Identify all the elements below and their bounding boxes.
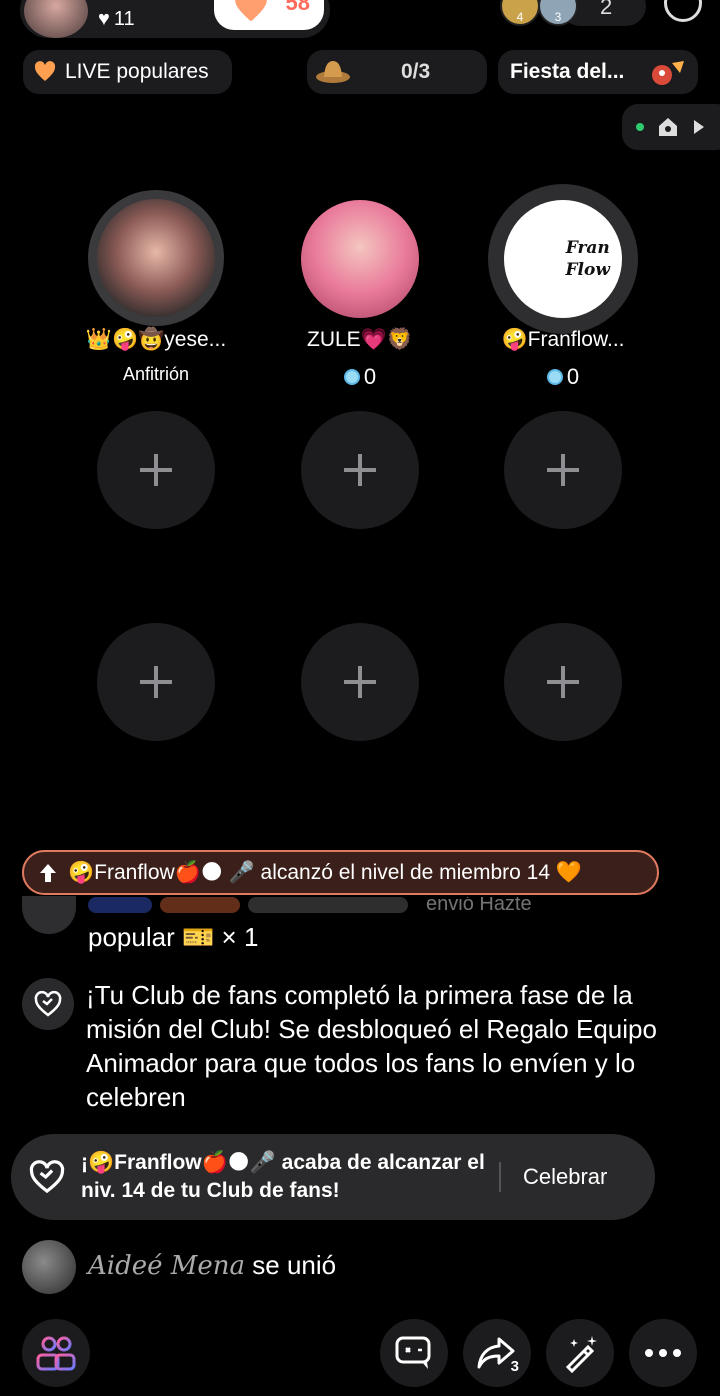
club-message: ¡Tu Club de fans completó la primera fas… (86, 980, 657, 1112)
empty-seat[interactable] (504, 623, 622, 741)
chat-bubble-icon (395, 1336, 431, 1369)
joined-message: Aideé Mena se unió (88, 1250, 336, 1281)
gem-icon (343, 369, 360, 385)
seat-score: 0 (250, 364, 470, 390)
plus-icon (140, 454, 172, 486)
status-dot-icon (636, 123, 644, 131)
club-heart-icon (22, 978, 74, 1030)
fiesta-label: Fiesta del... (510, 60, 625, 83)
people-icon (36, 1336, 76, 1371)
chat-avatar[interactable] (22, 896, 76, 934)
effects-button[interactable] (546, 1319, 614, 1387)
seat-guest-avatar[interactable] (301, 200, 419, 318)
seat-score: 0 (460, 364, 666, 390)
hat-icon (316, 61, 350, 83)
fan-badge (160, 897, 240, 913)
plus-icon (344, 454, 376, 486)
empty-seat[interactable] (97, 623, 215, 741)
seat-name: 👑🤪🤠yese... (85, 328, 227, 351)
fiesta-event-button[interactable]: Fiesta del... (498, 50, 698, 94)
level-badge (88, 897, 152, 913)
share-button[interactable]: 3 (463, 1319, 531, 1387)
guest-logo-avatar: Fran Flow (504, 200, 622, 318)
empty-seat[interactable] (504, 411, 622, 529)
club-message-row: ¡Tu Club de fans completó la primera fas… (22, 978, 676, 1114)
host-likes: ♥ 11 (98, 8, 135, 31)
follow-count: 58 (285, 0, 310, 15)
club-heart-icon (29, 1160, 65, 1194)
plus-icon (344, 666, 376, 698)
magic-wand-icon (565, 1336, 597, 1373)
seat-host[interactable] (88, 190, 224, 326)
empty-seat[interactable] (301, 411, 419, 529)
seat-name: ZULE💗🦁 (307, 328, 413, 351)
joined-username[interactable]: Aideé Mena (88, 1251, 245, 1281)
quest-progress[interactable]: 0/3 (307, 50, 487, 94)
chat-faded-line: envió Hazte (88, 897, 532, 913)
guests-button[interactable] (22, 1319, 90, 1387)
plus-icon (547, 454, 579, 486)
joined-suffix: se unió (245, 1250, 337, 1280)
empty-seat[interactable] (97, 411, 215, 529)
more-options-button[interactable] (629, 1319, 697, 1387)
likes-count: 11 (113, 8, 135, 30)
live-populares-label: LIVE populares (65, 60, 209, 83)
host-seat-avatar (97, 199, 215, 317)
party-icon (652, 61, 684, 85)
logo-text: Fran (565, 238, 610, 258)
seat-guest[interactable]: Fran Flow (488, 184, 638, 334)
comment-button[interactable] (380, 1319, 448, 1387)
gem-icon (546, 369, 563, 385)
plus-icon (547, 666, 579, 698)
club-level-toast: ¡🤪Franflow🍎🌑🎤 acaba de alcanzar el niv. … (11, 1134, 655, 1220)
mini-controls[interactable] (622, 104, 720, 150)
arrow-up-icon (40, 863, 56, 882)
joined-user-avatar[interactable] (22, 1240, 76, 1294)
empty-seat[interactable] (301, 623, 419, 741)
level-up-banner: 🤪Franflow🍎🌑 🎤 alcanzó el nivel de miembr… (22, 850, 659, 895)
logo-text: Flow (565, 260, 610, 280)
live-populares-button[interactable]: LIVE populares (23, 50, 232, 94)
heart-icon (235, 0, 267, 22)
username-fragment (248, 897, 408, 913)
heart-icon: ♥ (98, 8, 110, 30)
plus-icon (140, 666, 172, 698)
more-dots-icon (645, 1349, 681, 1357)
toast-text: ¡🤪Franflow🍎🌑🎤 acaba de alcanzar el niv. … (81, 1151, 485, 1202)
celebrate-button[interactable]: Celebrar (523, 1164, 607, 1190)
share-count: 3 (510, 1358, 519, 1375)
seat-name: 🤪Franflow... (501, 328, 625, 351)
power-icon[interactable] (664, 0, 702, 22)
play-icon[interactable] (692, 119, 706, 135)
home-icon[interactable] (656, 115, 680, 139)
quest-count: 0/3 (401, 60, 431, 83)
heart-icon (34, 61, 56, 81)
faded-text: envió Hazte (426, 897, 532, 913)
host-role-label: Anfitrión (122, 364, 190, 384)
gift-message: popular 🎫 × 1 (88, 922, 259, 952)
viewer-count: 2 (600, 0, 613, 19)
viewer-avatar[interactable]: 4 (500, 0, 540, 26)
toast-divider (499, 1162, 501, 1192)
level-banner-text: 🤪Franflow🍎🌑 🎤 alcanzó el nivel de miembr… (68, 861, 582, 884)
